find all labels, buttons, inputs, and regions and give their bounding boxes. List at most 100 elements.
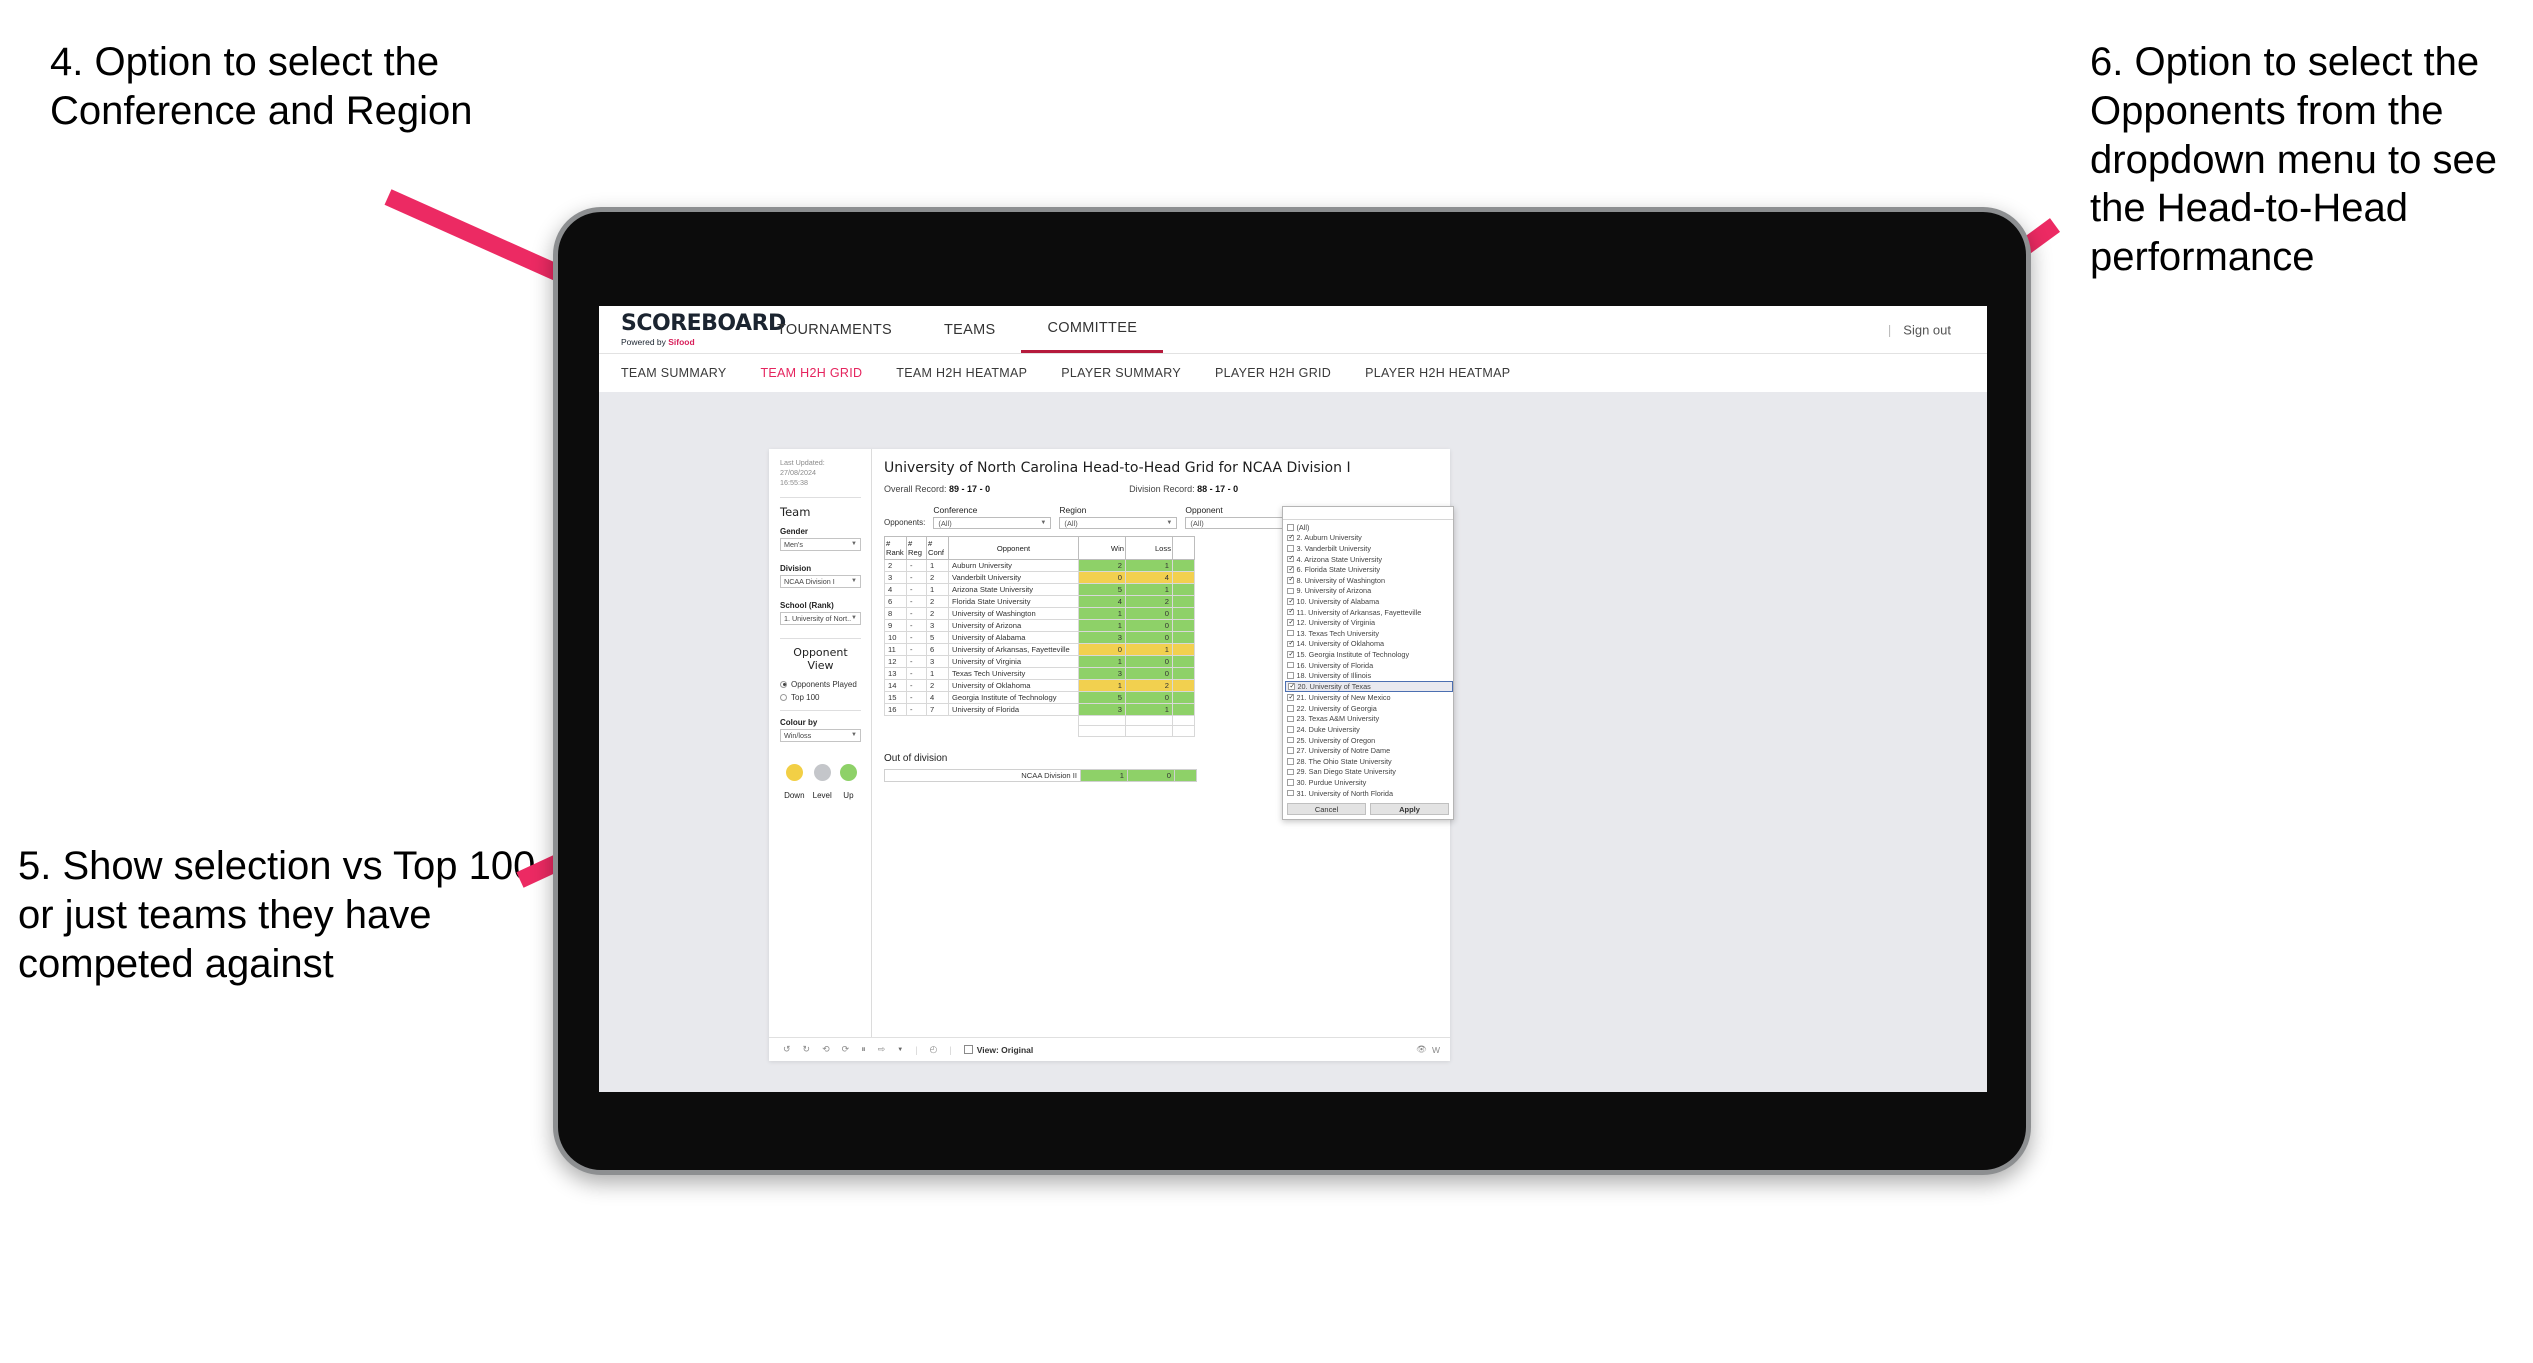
checkbox-icon[interactable] [1287,555,1294,563]
opponent-option[interactable]: 15. Georgia Institute of Technology [1285,649,1453,660]
opponent-option[interactable]: 24. Duke University [1285,724,1453,735]
cell-loss: 2 [1125,679,1173,692]
checkbox-icon[interactable] [1287,608,1294,616]
region-select[interactable]: (All) ▼ [1059,517,1178,529]
opponent-option[interactable]: 23. Texas A&M University [1285,714,1453,725]
opponent-option[interactable]: (All) [1285,522,1453,533]
opponent-option[interactable]: 4. Arizona State University [1285,554,1453,565]
checkbox-icon[interactable] [1287,629,1294,637]
opponent-option[interactable]: 16. University of Florida [1285,660,1453,671]
opponent-option[interactable]: 11. University of Arkansas, Fayetteville [1285,607,1453,618]
opponent-option[interactable]: 6. Florida State University [1285,564,1453,575]
col-opponent[interactable]: Opponent [948,536,1079,560]
checkbox-icon[interactable] [1287,576,1294,584]
subtab-team-h2h-grid[interactable]: TEAM H2H GRID [760,366,862,380]
radio-top-100[interactable]: Top 100 [780,693,861,702]
division-select[interactable]: NCAA Division I ▼ [780,574,861,588]
opponent-option[interactable]: 3. Vanderbilt University [1285,543,1453,554]
gender-select[interactable]: Men's ▼ [780,537,861,551]
opponent-search-input[interactable] [1283,507,1453,520]
opponent-option[interactable]: 29. San Diego State University [1285,767,1453,778]
chevron-down-icon[interactable]: ▼ [897,1047,903,1053]
checkbox-icon[interactable] [1287,672,1294,679]
nav-tab-tournaments[interactable]: TOURNAMENTS [751,306,918,353]
pause-updates-icon[interactable]: ⏸ [861,1044,866,1055]
checkbox-icon[interactable] [1287,651,1294,658]
col-reg[interactable]: # Reg [906,536,927,560]
app-logo[interactable]: SCOREBOARD Powered by Sifood [599,312,786,347]
checkbox-icon[interactable] [1287,779,1294,786]
col-win[interactable]: Win [1078,536,1126,560]
opponent-option[interactable]: 31. University of North Florida [1285,788,1453,799]
h2h-grid-table: # Rank # Reg # Conf Opponent Win Loss 2-1 Au… [884,536,1195,737]
checkbox-icon[interactable] [1287,694,1294,701]
checkbox-icon[interactable] [1287,640,1294,648]
cancel-button[interactable]: Cancel [1287,803,1366,816]
opponent-option[interactable]: 22. University of Georgia [1285,703,1453,714]
table-row-empty [885,714,1195,727]
checkbox-icon[interactable] [1287,587,1294,595]
col-conf[interactable]: # Conf [926,536,949,560]
checkbox-icon[interactable] [1287,566,1294,573]
col-loss[interactable]: Loss [1125,536,1173,560]
col-rank[interactable]: # Rank [884,536,907,560]
opponent-option[interactable]: 12. University of Virginia [1285,617,1453,628]
app-header: SCOREBOARD Powered by Sifood TOURNAMENTS… [599,306,1987,353]
checkbox-icon[interactable] [1287,545,1294,552]
checkbox-icon[interactable] [1287,726,1294,733]
divider: | [1887,322,1892,337]
checkbox-icon[interactable] [1287,715,1294,723]
opponent-option[interactable]: 9. University of Arizona [1285,586,1453,597]
checkbox-icon[interactable] [1287,524,1294,531]
opponent-option[interactable]: 18. University of Illinois [1285,670,1453,681]
checkbox-icon[interactable] [1287,789,1294,797]
nav-tab-committee[interactable]: COMMITTEE [1021,306,1164,353]
view-original-button[interactable]: View: Original [963,1045,1033,1055]
watch-control[interactable]: 👁 W [1416,1044,1450,1055]
nav-tab-teams[interactable]: TEAMS [918,306,1021,353]
school-rank-select[interactable]: 1. University of Nort... ▼ [780,611,861,625]
opponent-option[interactable]: 2. Auburn University [1285,533,1453,544]
opponent-option[interactable]: 25. University of Oregon [1285,735,1453,746]
share-icon[interactable]: ⇨ [878,1044,886,1055]
division-label: Division [780,563,812,573]
checkbox-icon[interactable] [1287,619,1294,626]
opponent-option[interactable]: 30. Purdue University [1285,777,1453,788]
checkbox-icon[interactable] [1287,747,1294,754]
opponent-option[interactable]: 14. University of Oklahoma [1285,639,1453,650]
redo-icon[interactable]: ↻ [803,1044,811,1055]
checkbox-icon[interactable] [1287,598,1294,605]
checkbox-icon[interactable] [1287,768,1294,776]
subtab-player-h2h-heatmap[interactable]: PLAYER H2H HEATMAP [1365,366,1510,380]
checkbox-icon[interactable] [1288,683,1295,690]
conference-select[interactable]: (All) ▼ [933,517,1052,529]
opponent-option-label: 6. Florida State University [1296,565,1381,575]
radio-opponents-played[interactable]: Opponents Played [780,680,861,689]
cell-loss: 1 [1125,703,1173,716]
history-icon[interactable]: ◴ [930,1044,938,1055]
opponent-option[interactable]: 27. University of Notre Dame [1285,745,1453,756]
apply-button[interactable]: Apply [1370,803,1449,816]
opponent-option[interactable]: 8. University of Washington [1285,575,1453,586]
revert-icon[interactable]: ⟲ [822,1044,830,1055]
subtab-team-summary[interactable]: TEAM SUMMARY [621,366,726,380]
subtab-player-h2h-grid[interactable]: PLAYER H2H GRID [1215,366,1331,380]
opponent-option[interactable]: 10. University of Alabama [1285,596,1453,607]
sign-out-link[interactable]: | Sign out [1888,322,1951,337]
refresh-data-icon[interactable]: ⟳ [842,1044,850,1055]
undo-icon[interactable]: ↺ [783,1044,791,1055]
colour-by-select[interactable]: Win/loss ▼ [780,728,861,742]
subtab-player-summary[interactable]: PLAYER SUMMARY [1061,366,1181,380]
checkbox-icon[interactable] [1287,758,1294,765]
subtab-team-h2h-heatmap[interactable]: TEAM H2H HEATMAP [896,366,1027,380]
checkbox-icon[interactable] [1287,705,1294,712]
opponent-option[interactable]: 21. University of New Mexico [1285,692,1453,703]
opponent-option[interactable]: 13. Texas Tech University [1285,628,1453,639]
checkbox-icon[interactable] [1287,736,1294,744]
checkbox-icon[interactable] [1287,534,1294,542]
opponent-option[interactable]: 28. The Ohio State University [1285,756,1453,767]
opponent-option[interactable]: 20. University of Texas [1285,680,1453,693]
opponent-option-label: 29. San Diego State University [1296,767,1396,777]
checkbox-icon[interactable] [1287,661,1294,669]
conference-value: (All) [938,518,952,528]
